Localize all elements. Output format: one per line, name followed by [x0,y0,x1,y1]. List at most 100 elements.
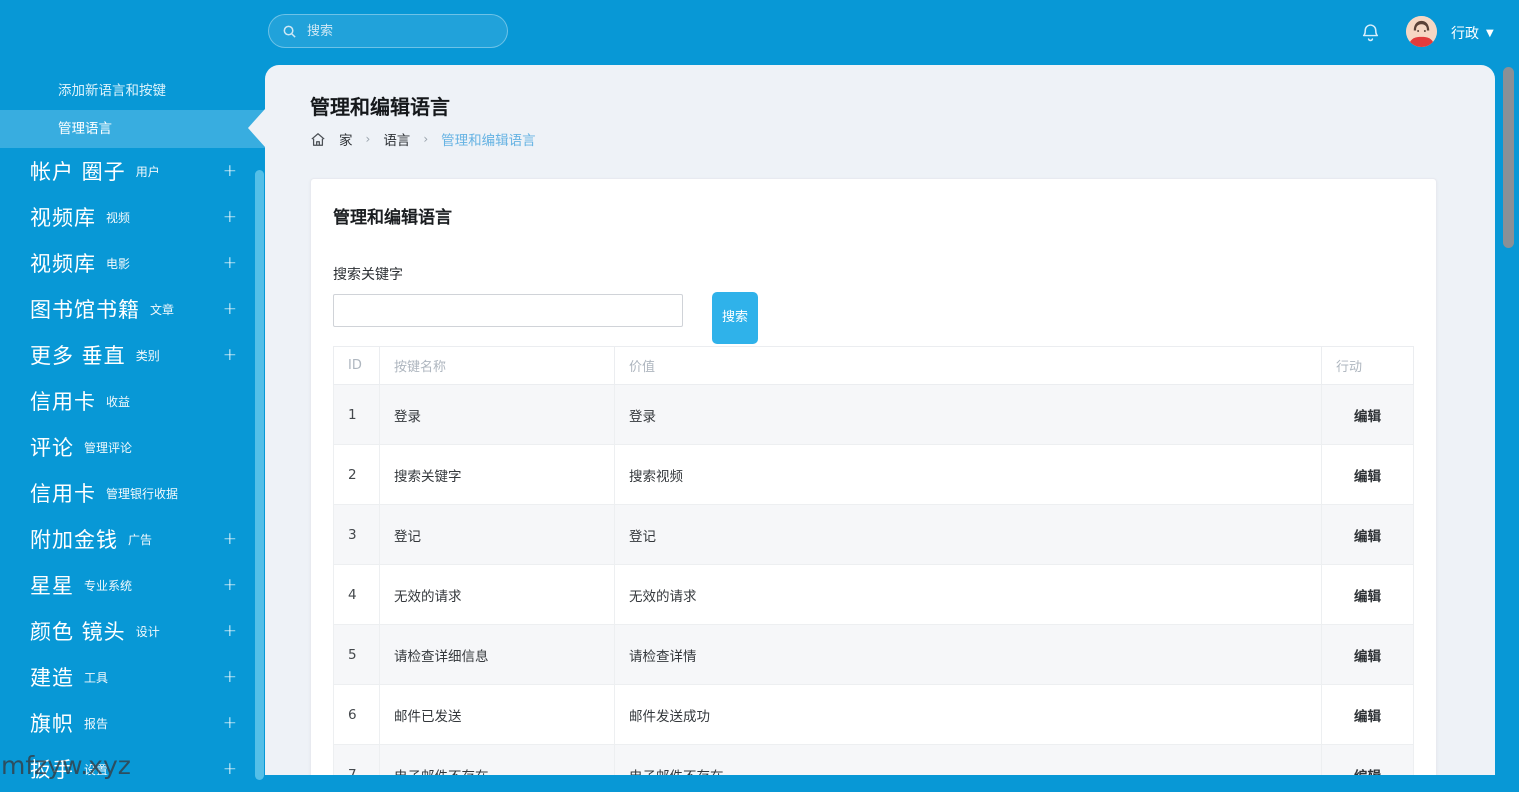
sidebar-item[interactable]: 颜色 镜头 设计 + [0,608,265,654]
table-row: 5 请检查详细信息 请检查详情 编辑 [333,624,1414,685]
edit-link[interactable]: 编辑 [1354,589,1381,605]
search-button[interactable]: 搜索 [712,292,758,344]
sidebar-item-title: 视频库 [30,206,96,230]
plus-icon[interactable]: + [223,713,237,733]
cell-id: 1 [333,384,380,445]
cell-id: 7 [333,744,380,775]
sidebar-item[interactable]: 评论 管理评论 [0,424,265,470]
sidebar-item-sublabel: 设计 [135,624,160,639]
sidebar-submenu-item[interactable]: 添加新语言和按键 [0,72,265,110]
language-card: 管理和编辑语言 搜索关键字 搜索 ID 按键名称 价值 行动 1 登录 登录 编… [310,178,1437,775]
edit-link[interactable]: 编辑 [1354,409,1381,425]
cell-value: 无效的请求 [614,564,1322,625]
header-key-name: 按键名称 [379,346,615,385]
plus-icon[interactable]: + [223,667,237,687]
sidebar-submenu-label: 添加新语言和按键 [58,83,166,99]
notifications-button[interactable] [1360,21,1382,45]
sidebar-item-sublabel: 广告 [128,532,153,547]
sidebar-item[interactable]: 图书馆书籍 文章 + [0,286,265,332]
global-search-input[interactable] [305,22,494,40]
sidebar-item-title: 旗帜 [30,712,74,736]
plus-icon[interactable]: + [223,299,237,319]
keyword-label: 搜索关键字 [333,267,403,283]
page-scrollbar-thumb[interactable] [1503,67,1514,248]
sidebar-item-title: 更多 垂直 [30,344,126,368]
cell-id: 5 [333,624,380,685]
search-icon [283,25,296,38]
sidebar-item[interactable]: 附加金钱 广告 + [0,516,265,562]
plus-icon[interactable]: + [223,575,237,595]
sidebar-submenu-label: 管理语言 [58,121,112,137]
cell-value: 邮件发送成功 [614,684,1322,745]
breadcrumb-home[interactable]: 家 [339,129,353,149]
edit-link[interactable]: 编辑 [1354,469,1381,485]
plus-icon[interactable]: + [223,529,237,549]
topbar: 行政 ▼ [0,0,1519,65]
edit-link[interactable]: 编辑 [1354,769,1381,776]
sidebar-item-title: 信用卡 [30,482,96,506]
sidebar-submenu-item[interactable]: 管理语言 [0,110,265,148]
sidebar-item[interactable]: 信用卡 管理银行收据 [0,470,265,516]
chevron-right-icon: › [423,132,429,146]
cell-value: 登记 [614,504,1322,565]
sidebar-item-title: 评论 [30,436,74,460]
sidebar-scrollbar[interactable] [255,170,264,780]
sidebar-item-sublabel: 文章 [150,302,175,317]
cell-key-name: 登录 [379,384,615,445]
cell-id: 3 [333,504,380,565]
cell-key-name: 请检查详细信息 [379,624,615,685]
cell-value: 请检查详情 [614,624,1322,685]
cell-key-name: 搜索关键字 [379,444,615,505]
sidebar-item-title: 建造 [30,666,74,690]
table-row: 6 邮件已发送 邮件发送成功 编辑 [333,684,1414,745]
sidebar-item[interactable]: 信用卡 收益 [0,378,265,424]
sidebar-item-title: 图书馆书籍 [30,298,140,322]
edit-link[interactable]: 编辑 [1354,649,1381,665]
table-row: 2 搜索关键字 搜索视频 编辑 [333,444,1414,505]
cell-id: 6 [333,684,380,745]
breadcrumb-language[interactable]: 语言 [383,129,410,149]
user-name: 行政 [1451,26,1479,42]
plus-icon[interactable]: + [223,161,237,181]
watermark: mfzyw.xyz [1,751,131,780]
cell-key-name: 登记 [379,504,615,565]
cell-value: 电子邮件不存在 [614,744,1322,775]
plus-icon[interactable]: + [223,345,237,365]
cell-key-name: 邮件已发送 [379,684,615,745]
sidebar-item[interactable]: 视频库 视频 + [0,194,265,240]
sidebar-item-sublabel: 专业系统 [84,578,133,593]
edit-link[interactable]: 编辑 [1354,529,1381,545]
table-row: 3 登记 登记 编辑 [333,504,1414,565]
page-scrollbar[interactable] [1495,65,1519,775]
active-item-pointer [248,109,265,147]
chevron-right-icon: › [365,132,371,146]
table-row: 4 无效的请求 无效的请求 编辑 [333,564,1414,625]
edit-link[interactable]: 编辑 [1354,709,1381,725]
sidebar-item-sublabel: 视频 [106,210,131,225]
home-icon[interactable] [310,132,326,147]
sidebar-language-submenu: 添加新语言和按键 管理语言 [0,72,265,148]
sidebar-item[interactable]: 更多 垂直 类别 + [0,332,265,378]
avatar[interactable] [1406,16,1437,47]
sidebar-item[interactable]: 旗帜 报告 + [0,700,265,746]
sidebar-item[interactable]: 星星 专业系统 + [0,562,265,608]
plus-icon[interactable]: + [223,253,237,273]
main-content: 管理和编辑语言 家 › 语言 › 管理和编辑语言 管理和编辑语言 搜索关键字 搜… [265,65,1495,775]
user-menu[interactable]: 行政 ▼ [1451,23,1494,43]
plus-icon[interactable]: + [223,207,237,227]
sidebar-item-sublabel: 工具 [84,670,109,685]
plus-icon[interactable]: + [223,759,237,779]
sidebar-item[interactable]: 视频库 电影 + [0,240,265,286]
sidebar-item[interactable]: 建造 工具 + [0,654,265,700]
sidebar-item-sublabel: 管理评论 [84,440,133,455]
plus-icon[interactable]: + [223,621,237,641]
table-row: 1 登录 登录 编辑 [333,384,1414,445]
cell-key-name: 无效的请求 [379,564,615,625]
sidebar-item-sublabel: 类别 [135,348,160,363]
keyword-input[interactable] [333,294,683,327]
global-search[interactable] [268,14,508,48]
page-title: 管理和编辑语言 [310,95,450,119]
sidebar-item[interactable]: 帐户 圈子 用户 + [0,148,265,194]
header-action: 行动 [1321,346,1414,385]
sidebar-item-sublabel: 报告 [84,716,109,731]
